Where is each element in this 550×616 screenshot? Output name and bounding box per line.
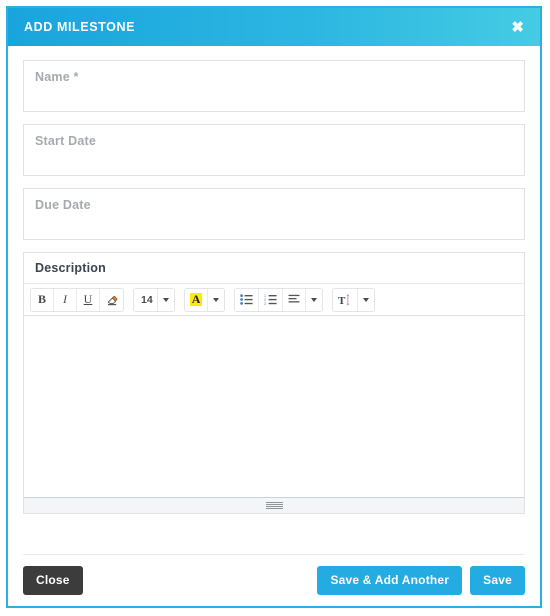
due-date-input[interactable] <box>24 189 524 239</box>
name-field[interactable]: Name * <box>23 60 525 112</box>
line-height-icon[interactable]: T <box>333 288 359 311</box>
highlight-color-dropdown[interactable]: A <box>183 287 226 312</box>
add-milestone-modal: ADD MILESTONE ✖ Name * Start Date Due Da… <box>6 6 542 608</box>
line-height-dropdown[interactable]: T <box>332 287 376 312</box>
eraser-icon[interactable] <box>100 288 123 311</box>
description-label: Description <box>24 253 524 284</box>
highlight-chevron-down-icon[interactable] <box>208 288 225 311</box>
underline-button[interactable]: U <box>77 288 100 311</box>
modal-header: ADD MILESTONE ✖ <box>8 8 540 46</box>
list-group: 1 2 3 <box>234 287 324 312</box>
close-icon[interactable]: ✖ <box>509 18 526 37</box>
align-chevron-down-icon[interactable] <box>306 288 323 311</box>
save-and-add-another-button[interactable]: Save & Add Another <box>317 565 463 596</box>
bold-button[interactable]: B <box>31 288 54 311</box>
start-date-field[interactable]: Start Date <box>23 124 525 176</box>
start-date-input[interactable] <box>24 125 524 175</box>
font-size-dropdown[interactable]: 14 <box>133 287 175 312</box>
editor-statusbar <box>24 498 524 513</box>
svg-text:T: T <box>338 295 346 306</box>
italic-button[interactable]: I <box>54 288 77 311</box>
editor-toolbar: B I U 14 A 1 2 3 T <box>24 284 524 316</box>
highlight-button[interactable]: A <box>184 288 209 311</box>
name-input[interactable] <box>24 61 524 111</box>
line-height-chevron-down-icon[interactable] <box>358 288 375 311</box>
resize-grip-icon[interactable] <box>265 502 283 509</box>
modal-footer: Close Save & Add Another Save <box>23 554 525 606</box>
font-size-value[interactable]: 14 <box>134 288 158 311</box>
unordered-list-icon[interactable] <box>235 288 260 311</box>
footer-actions: Save & Add Another Save <box>317 565 525 596</box>
align-left-icon[interactable] <box>283 288 307 311</box>
save-button[interactable]: Save <box>470 565 525 596</box>
highlight-letter: A <box>189 292 203 306</box>
modal-title: ADD MILESTONE <box>24 19 136 34</box>
due-date-field[interactable]: Due Date <box>23 188 525 240</box>
text-style-group: B I U <box>30 287 124 312</box>
svg-text:3: 3 <box>264 302 266 305</box>
description-field: Description B I U 14 A 1 2 3 T <box>23 252 525 514</box>
ordered-list-icon[interactable]: 1 2 3 <box>259 288 284 311</box>
close-button[interactable]: Close <box>23 565 83 596</box>
description-editor-area[interactable] <box>24 316 524 498</box>
chevron-down-icon[interactable] <box>157 288 174 311</box>
modal-body: Name * Start Date Due Date Description B… <box>8 46 540 545</box>
